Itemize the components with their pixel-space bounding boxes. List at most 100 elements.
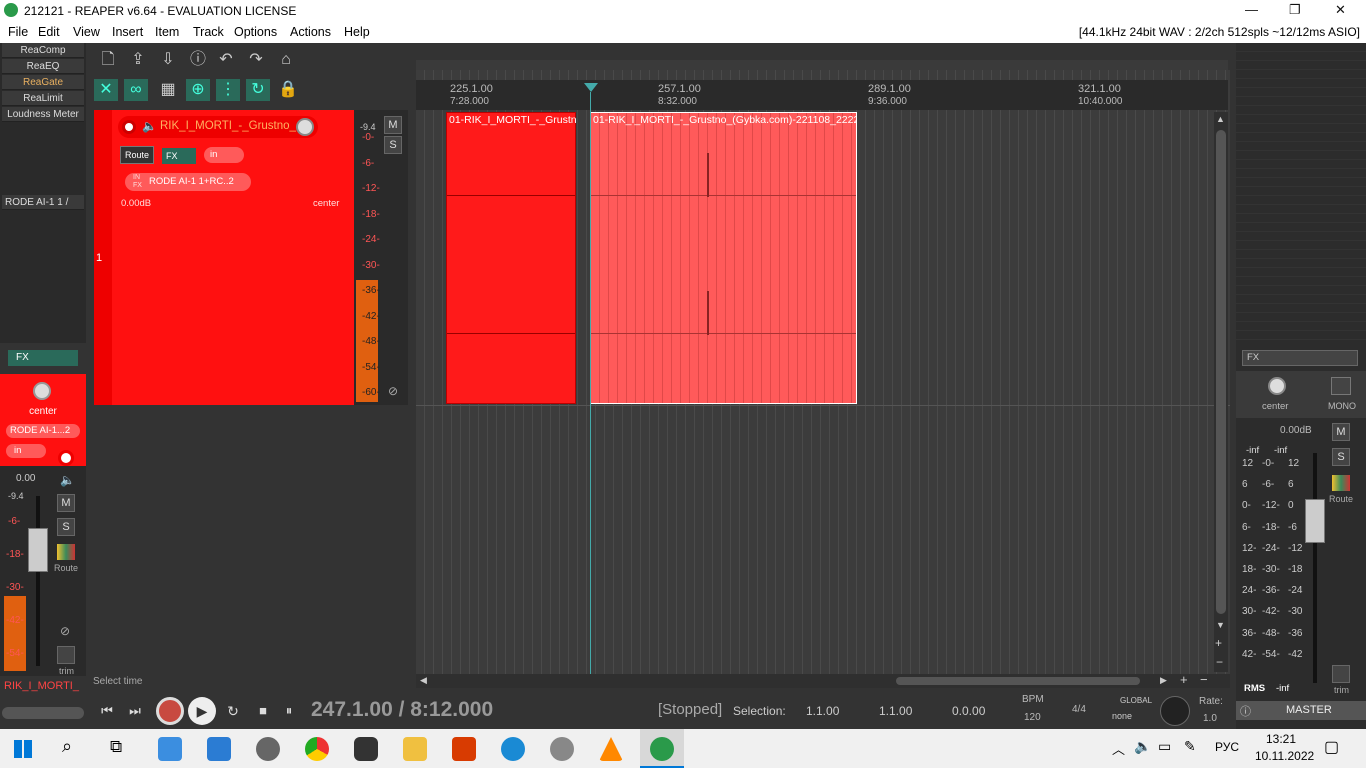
input-select[interactable]: RODE AI-1...2 <box>6 424 80 438</box>
mute-button[interactable]: M <box>57 494 75 512</box>
horizontal-scroll-thumb[interactable] <box>896 677 1140 685</box>
repeat-icon[interactable]: ↻ <box>222 700 244 722</box>
snap-icon[interactable]: ⊕ <box>186 79 210 101</box>
media-app-icon[interactable] <box>550 737 574 761</box>
windows-start-icon[interactable] <box>14 740 32 758</box>
edit-cursor[interactable] <box>590 92 591 674</box>
menu-track[interactable]: Track <box>193 25 224 39</box>
office-icon[interactable] <box>452 737 476 761</box>
clock-app-icon[interactable] <box>256 737 280 761</box>
clock-date[interactable]: 10.11.2022 <box>1255 749 1314 763</box>
track-input-select[interactable]: IN FX RODE AI-1 1+RC..2 <box>125 173 251 191</box>
scroll-left-icon[interactable]: ◀ <box>420 675 427 686</box>
go-to-end-icon[interactable]: ⏭ <box>124 700 146 722</box>
master-pan-knob[interactable] <box>1268 377 1286 395</box>
clock-time[interactable]: 13:21 <box>1266 732 1296 746</box>
bpm-value[interactable]: 120 <box>1024 712 1041 723</box>
media-item-selected[interactable]: 01-RIK_I_MORTI_-_Grustno_(Gybka.com)-221… <box>590 112 857 404</box>
mono-icon[interactable] <box>1331 377 1351 395</box>
automation-mode[interactable]: none <box>1112 711 1132 721</box>
selection-length[interactable]: 0.0.00 <box>952 704 985 718</box>
search-icon[interactable]: ⌕ <box>62 736 72 757</box>
stop-icon[interactable]: ■ <box>252 700 274 722</box>
language-indicator[interactable]: РУС <box>1215 740 1239 754</box>
info-icon[interactable]: ⓘ <box>186 49 210 71</box>
rate-knob[interactable] <box>1160 696 1190 726</box>
volume-fader[interactable] <box>28 528 48 572</box>
fx-item-reacomp[interactable]: ReaComp <box>2 43 84 58</box>
phase-icon[interactable]: ⊘ <box>60 624 70 638</box>
fox-app-icon[interactable] <box>354 737 378 761</box>
undo-icon[interactable]: ↶ <box>214 49 238 71</box>
mail-icon[interactable] <box>207 737 231 761</box>
track-volume-knob[interactable] <box>296 118 314 136</box>
network-icon[interactable]: ▭ <box>1158 738 1171 755</box>
new-project-icon[interactable]: 🗋 <box>96 49 120 71</box>
global-automation-label[interactable]: GLOBAL <box>1120 696 1152 705</box>
scroll-down-icon[interactable]: ▼ <box>1216 620 1225 630</box>
track-mute-button[interactable]: M <box>384 116 402 134</box>
close-icon[interactable]: ✕ <box>1335 2 1346 18</box>
file-explorer-icon[interactable] <box>403 737 427 761</box>
timeline-ruler[interactable]: 225.1.00 7:28.000 257.1.00 8:32.000 289.… <box>416 80 1228 110</box>
horizontal-scrollbar[interactable]: ◀ ▶ + − <box>416 672 1230 688</box>
record-icon[interactable] <box>156 697 184 725</box>
metronome-icon[interactable]: ⌂ <box>274 49 298 71</box>
menu-options[interactable]: Options <box>234 25 277 39</box>
grid-icon[interactable]: ▦ <box>156 79 180 101</box>
edge-icon[interactable] <box>501 737 525 761</box>
zoom-out-icon[interactable]: − <box>1216 655 1223 669</box>
fx-item-reaeq[interactable]: ReaEQ <box>2 59 84 74</box>
pause-icon[interactable]: ⏸ <box>278 700 300 722</box>
time-signature[interactable]: 4/4 <box>1072 704 1086 715</box>
info-icon[interactable]: ⓘ <box>1240 703 1251 719</box>
track-fx-button[interactable]: FX <box>162 148 196 164</box>
monitor-select[interactable]: in <box>6 444 46 458</box>
maximize-icon[interactable]: ❐ <box>1289 2 1301 18</box>
menu-help[interactable]: Help <box>344 25 370 39</box>
tray-up-icon[interactable]: ︿ <box>1112 739 1125 758</box>
route-button[interactable]: Route <box>120 146 154 164</box>
grid-lines-icon[interactable]: ⋮ <box>216 79 240 101</box>
open-project-icon[interactable]: ⇪ <box>126 49 150 71</box>
play-icon[interactable]: ▶ <box>188 697 216 725</box>
scroll-up-icon[interactable]: ▲ <box>1216 114 1225 124</box>
record-arm-button[interactable] <box>58 450 74 466</box>
track-monitor-select[interactable]: in <box>204 147 244 163</box>
master-fx-button[interactable]: FX <box>1242 350 1358 366</box>
reaper-taskbar-button[interactable] <box>640 729 684 768</box>
time-display[interactable]: 247.1.00 / 8:12.000 <box>311 698 493 722</box>
lock-icon[interactable]: 🔒 <box>276 79 300 101</box>
master-mute-button[interactable]: M <box>1332 423 1350 441</box>
fx-item-realimit[interactable]: ReaLimit <box>2 91 84 106</box>
master-volume-fader[interactable] <box>1305 499 1325 543</box>
track-record-arm-button[interactable] <box>122 120 136 134</box>
phase-icon[interactable]: ⊘ <box>388 384 398 398</box>
go-to-start-icon[interactable]: ⏮ <box>96 700 118 722</box>
vertical-scroll-thumb[interactable] <box>1216 130 1226 614</box>
pan-knob[interactable] <box>33 382 51 400</box>
redo-icon[interactable]: ↷ <box>244 49 268 71</box>
menu-actions[interactable]: Actions <box>290 25 331 39</box>
solo-button[interactable]: S <box>57 518 75 536</box>
h-zoom-out-icon[interactable]: − <box>1200 672 1208 687</box>
task-view-icon[interactable]: ⧉ <box>110 737 122 757</box>
trim-icon[interactable] <box>57 646 75 664</box>
rate-value[interactable]: 1.0 <box>1203 713 1217 724</box>
menu-insert[interactable]: Insert <box>112 25 143 39</box>
master-route-icon[interactable] <box>1332 475 1350 491</box>
selection-start[interactable]: 1.1.00 <box>806 704 839 718</box>
scroll-right-icon[interactable]: ▶ <box>1160 675 1167 686</box>
vertical-scrollbar[interactable]: ▲ ▼ + − <box>1214 112 1228 672</box>
mcp-fx-button[interactable]: FX <box>8 350 78 366</box>
mcp-scrollbar[interactable] <box>2 707 84 719</box>
speaker-icon[interactable]: 🔈 <box>142 119 157 133</box>
save-project-icon[interactable]: ⇩ <box>156 49 180 71</box>
store-icon[interactable] <box>158 737 182 761</box>
route-icon[interactable] <box>57 544 75 560</box>
master-solo-button[interactable]: S <box>1332 448 1350 466</box>
pen-icon[interactable]: ✎ <box>1184 738 1196 755</box>
menu-edit[interactable]: Edit <box>38 25 60 39</box>
fx-item-reagate[interactable]: ReaGate <box>2 75 84 90</box>
selection-end[interactable]: 1.1.00 <box>879 704 912 718</box>
